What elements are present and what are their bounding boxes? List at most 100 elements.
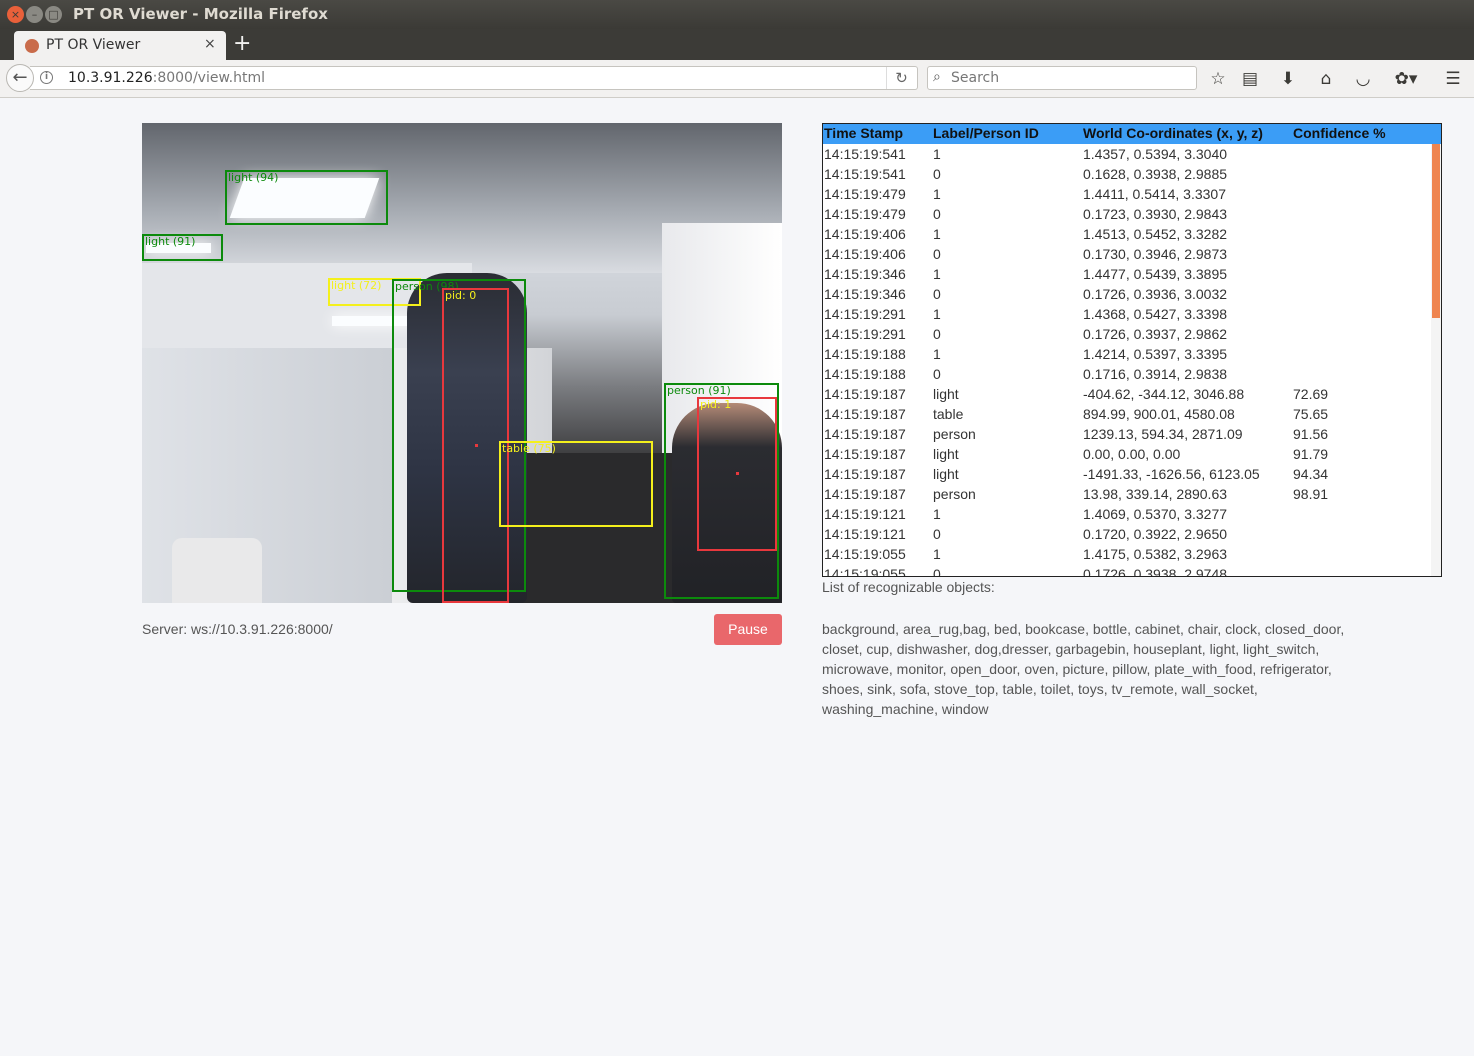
- window-minimize-button[interactable]: –: [26, 6, 43, 23]
- server-address: Server: ws://10.3.91.226:8000/: [142, 621, 333, 637]
- table-cell: 1: [933, 226, 941, 242]
- table-cell: 1239.13, 594.34, 2871.09: [1083, 426, 1243, 442]
- table-cell: 0.1726, 0.3936, 3.0032: [1083, 286, 1228, 302]
- table-cell: 72.69: [1293, 386, 1329, 402]
- table-row: 14:15:19:479 0 0.1723, 0.3930, 2.9843: [823, 204, 1431, 224]
- table-row: 14:15:19:055 0 0.1726, 0.3938, 2.9748: [823, 564, 1431, 577]
- table-cell: 0.1726, 0.3937, 2.9862: [1083, 326, 1228, 342]
- favicon-icon: [25, 39, 39, 53]
- table-cell: 14:15:19:187: [824, 466, 906, 482]
- table-cell: 14:15:19:121: [824, 506, 906, 522]
- scrollbar-thumb[interactable]: [1432, 144, 1440, 318]
- table-cell: 14:15:19:541: [824, 146, 906, 162]
- column-header: Label/Person ID: [933, 125, 1039, 141]
- table-row: 14:15:19:406 0 0.1730, 0.3946, 2.9873: [823, 244, 1431, 264]
- table-cell: 91.79: [1293, 446, 1329, 462]
- detection-label: light (91): [145, 235, 196, 248]
- table-cell: 14:15:19:055: [824, 546, 906, 562]
- objects-list-title: List of recognizable objects:: [822, 579, 995, 595]
- table-cell: 1: [933, 346, 941, 362]
- table-row: 14:15:19:188 0 0.1716, 0.3914, 2.9838: [823, 364, 1431, 384]
- table-cell: 0: [933, 526, 941, 542]
- table-cell: 0.1726, 0.3938, 2.9748: [1083, 566, 1228, 577]
- table-cell: 14:15:19:187: [824, 426, 906, 442]
- detection-label: light (94): [228, 171, 279, 184]
- table-row: 14:15:19:187 light 0.00, 0.00, 0.00 91.79: [823, 444, 1431, 464]
- detections-table[interactable]: Time Stamp Label/Person ID World Co-ordi…: [822, 123, 1442, 577]
- person-center-dot: [736, 472, 739, 475]
- table-cell: 0.00, 0.00, 0.00: [1083, 446, 1181, 462]
- table-cell: 98.91: [1293, 486, 1329, 502]
- search-placeholder: Search: [951, 70, 1000, 86]
- person-id-label: pid: 0: [445, 289, 477, 302]
- table-row: 14:15:19:291 0 0.1726, 0.3937, 2.9862: [823, 324, 1431, 344]
- table-cell: 14:15:19:291: [824, 306, 906, 322]
- info-icon[interactable]: i: [40, 71, 53, 84]
- table-cell: 1.4069, 0.5370, 3.3277: [1083, 506, 1228, 522]
- page-content: light (94) light (91) light (72) person …: [0, 99, 1474, 1056]
- tab-title: PT OR Viewer: [46, 37, 141, 53]
- url-text[interactable]: 10.3.91.226:8000/view.html: [68, 70, 265, 86]
- reading-list-icon[interactable]: ▤: [1238, 67, 1262, 91]
- table-cell: 1.4214, 0.5397, 3.3395: [1083, 346, 1228, 362]
- table-row: 14:15:19:187 light -404.62, -344.12, 3046.…: [823, 384, 1431, 404]
- new-tab-button[interactable]: +: [233, 31, 251, 56]
- table-cell: 0: [933, 566, 941, 577]
- table-row: 14:15:19:187 person 13.98, 339.14, 2890.63…: [823, 484, 1431, 504]
- table-cell: 14:15:19:187: [824, 446, 906, 462]
- table-cell: 0.1723, 0.3930, 2.9843: [1083, 206, 1228, 222]
- table-row: 14:15:19:479 1 1.4411, 0.5414, 3.3307: [823, 184, 1431, 204]
- table-row: 14:15:19:121 0 0.1720, 0.3922, 2.9650: [823, 524, 1431, 544]
- table-row: 14:15:19:541 1 1.4357, 0.5394, 3.3040: [823, 144, 1431, 164]
- table-cell: 0: [933, 246, 941, 262]
- column-header: Time Stamp: [824, 125, 904, 141]
- detection-box: light (91): [142, 234, 223, 261]
- url-path: :8000/view.html: [152, 70, 265, 86]
- url-bar[interactable]: i 10.3.91.226:8000/view.html ↻: [30, 66, 918, 90]
- detection-box: light (94): [225, 170, 388, 225]
- window-title: PT OR Viewer - Mozilla Firefox: [73, 5, 328, 23]
- table-cell: 14:15:19:479: [824, 186, 906, 202]
- table-cell: -1491.33, -1626.56, 6123.05: [1083, 466, 1260, 482]
- table-cell: 14:15:19:346: [824, 266, 906, 282]
- bookmark-star-icon[interactable]: ☆: [1206, 67, 1230, 91]
- window-close-button[interactable]: ×: [7, 6, 24, 23]
- table-cell: person: [933, 486, 976, 502]
- column-header: World Co-ordinates (x, y, z): [1083, 125, 1263, 141]
- pause-button[interactable]: Pause: [714, 614, 782, 645]
- table-cell: 0.1716, 0.3914, 2.9838: [1083, 366, 1228, 382]
- column-header: Confidence %: [1293, 125, 1386, 141]
- search-input[interactable]: ⌕ Search: [927, 66, 1197, 90]
- table-cell: 14:15:19:291: [824, 326, 906, 342]
- person-id-label: pid: 1: [700, 398, 732, 411]
- table-cell: 1: [933, 186, 941, 202]
- pocket-icon[interactable]: ◡: [1351, 67, 1375, 91]
- table-cell: 91.56: [1293, 426, 1329, 442]
- navigation-toolbar: i 10.3.91.226:8000/view.html ↻ ← ⌕ Searc…: [0, 60, 1474, 98]
- url-host: 10.3.91.226: [68, 70, 153, 86]
- table-row: 14:15:19:187 person 1239.13, 594.34, 2871.…: [823, 424, 1431, 444]
- table-cell: 14:15:19:188: [824, 346, 906, 362]
- table-row: 14:15:19:055 1 1.4175, 0.5382, 3.2963: [823, 544, 1431, 564]
- table-row: 14:15:19:188 1 1.4214, 0.5397, 3.3395: [823, 344, 1431, 364]
- table-cell: light: [933, 446, 959, 462]
- table-cell: 14:15:19:055: [824, 566, 906, 577]
- back-button[interactable]: ←: [6, 64, 34, 92]
- table-cell: 14:15:19:187: [824, 386, 906, 402]
- home-icon[interactable]: ⌂: [1314, 67, 1338, 91]
- table-cell: 1: [933, 146, 941, 162]
- table-row: 14:15:19:406 1 1.4513, 0.5452, 3.3282: [823, 224, 1431, 244]
- table-scrollbar[interactable]: [1431, 144, 1441, 576]
- reload-icon[interactable]: ↻: [886, 67, 916, 89]
- extension-menu-icon[interactable]: ✿▾: [1388, 67, 1424, 91]
- download-icon[interactable]: ⬇: [1276, 67, 1300, 91]
- table-cell: 14:15:19:479: [824, 206, 906, 222]
- tab-close-icon[interactable]: ×: [204, 36, 216, 52]
- scene-toy-mouse: [172, 538, 262, 603]
- table-cell: person: [933, 426, 976, 442]
- person-center-dot: [475, 444, 478, 447]
- window-maximize-button[interactable]: □: [45, 6, 62, 23]
- tab-pt-or-viewer[interactable]: PT OR Viewer ×: [14, 31, 226, 60]
- hamburger-menu-icon[interactable]: ☰: [1441, 67, 1465, 91]
- window-titlebar: × – □ PT OR Viewer - Mozilla Firefox: [0, 0, 1474, 29]
